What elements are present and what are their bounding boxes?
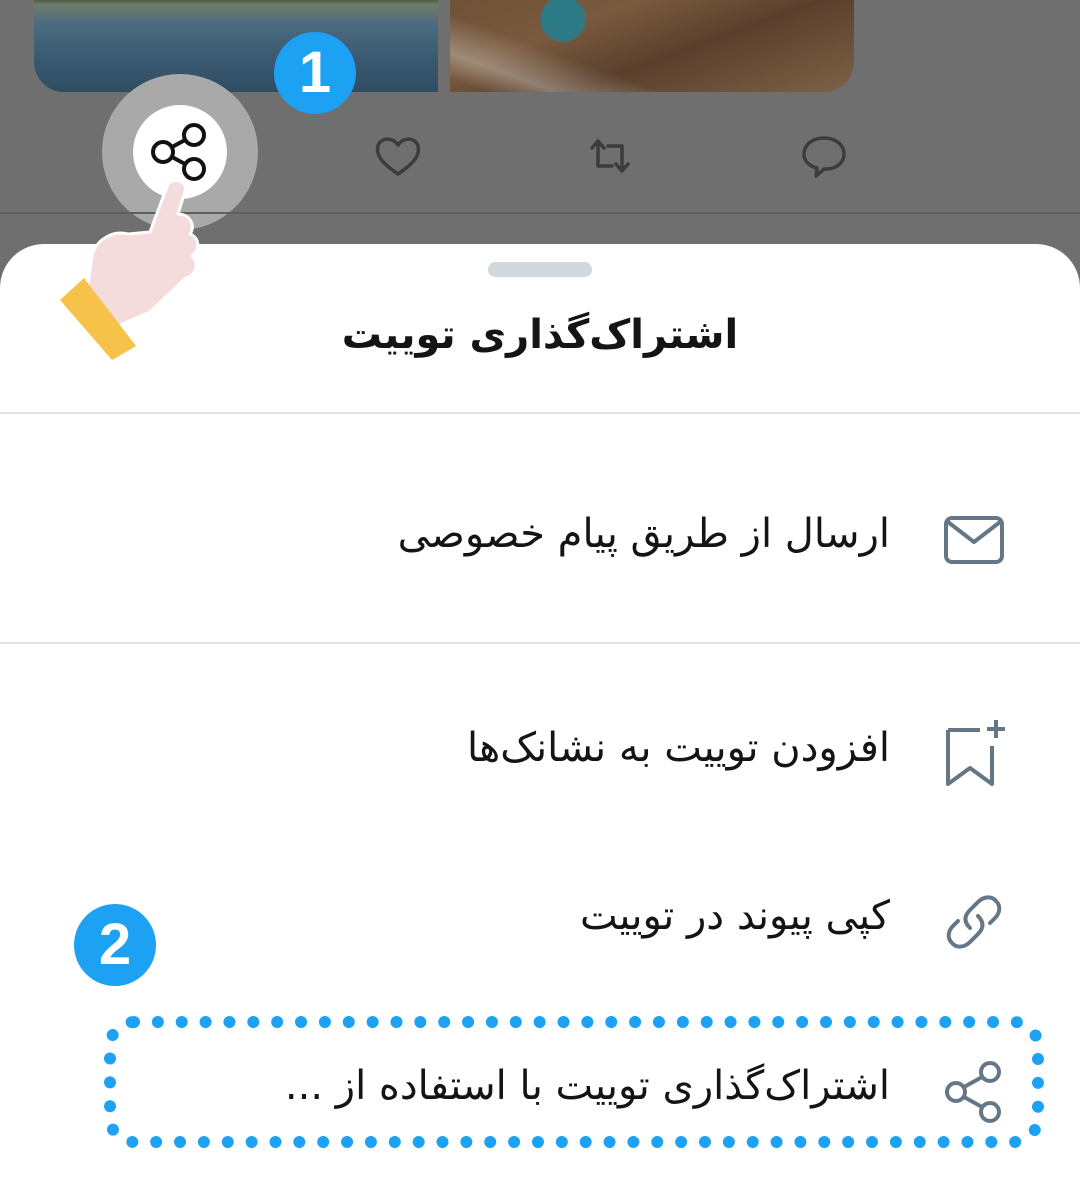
tweet-image-lake[interactable] (34, 0, 438, 92)
step-2-badge: 2 (74, 904, 156, 986)
menu-divider (0, 642, 1080, 644)
pointing-hand-icon (60, 179, 200, 360)
sheet-drag-handle[interactable] (488, 262, 592, 277)
link-icon (946, 895, 1002, 949)
retweet-icon[interactable] (582, 128, 638, 184)
title-divider (0, 412, 1080, 414)
bookmark-add-icon (946, 720, 1005, 786)
menu-item-label: ارسال از طریق پیام خصوصی (397, 511, 890, 557)
heart-icon[interactable] (370, 128, 426, 184)
reply-icon[interactable] (796, 128, 852, 184)
envelope-icon (944, 516, 1004, 564)
highlight-share-via (104, 1016, 1044, 1148)
menu-item-copy-link[interactable]: کپی پیوند در توییت (0, 866, 1080, 966)
step-1-badge: 1 (274, 32, 356, 114)
tweet-image-mountain[interactable] (450, 0, 854, 92)
menu-item-label: کپی پیوند در توییت (580, 893, 890, 939)
menu-item-send-dm[interactable]: ارسال از طریق پیام خصوصی (0, 484, 1080, 584)
menu-item-label: افزودن توییت به نشانک‌ها (466, 725, 890, 771)
menu-item-bookmark[interactable]: افزودن توییت به نشانک‌ها (0, 698, 1080, 798)
